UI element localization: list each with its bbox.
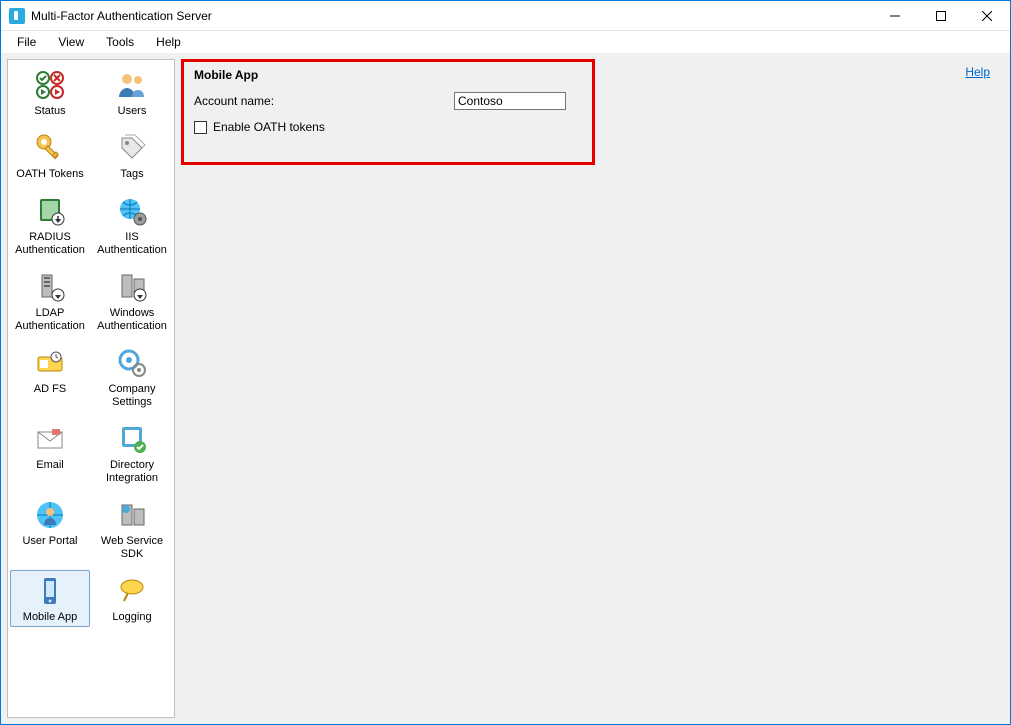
menubar: File View Tools Help (1, 31, 1010, 53)
minimize-button[interactable] (872, 1, 918, 31)
nav-label: Directory (110, 459, 154, 472)
help-link[interactable]: Help (965, 65, 990, 79)
content-panel: Help Mobile App Account name: Enable OAT… (181, 59, 1004, 718)
nav-label: AD FS (34, 383, 66, 396)
key-icon (34, 132, 66, 164)
windows-auth-icon (116, 271, 148, 303)
menu-file[interactable]: File (7, 33, 46, 51)
nav-item-mobile-app[interactable]: Mobile App (10, 570, 90, 627)
nav-item-status[interactable]: Status (10, 64, 90, 121)
enable-oath-checkbox[interactable] (194, 121, 207, 134)
ldap-icon (34, 271, 66, 303)
nav-item-web-service-sdk[interactable]: Web Service SDK (92, 494, 172, 564)
mobile-app-section: Mobile App Account name: Enable OATH tok… (181, 59, 595, 165)
nav-item-windows-auth[interactable]: Windows Authentication (92, 266, 172, 336)
nav-item-radius-auth[interactable]: RADIUS Authentication (10, 190, 90, 260)
section-title: Mobile App (194, 68, 582, 82)
tags-icon (116, 132, 148, 164)
window-title: Multi-Factor Authentication Server (31, 9, 212, 23)
nav-label: Email (36, 459, 64, 472)
account-name-label: Account name: (194, 94, 454, 108)
nav-label: IIS (125, 231, 138, 244)
nav-item-adfs[interactable]: AD FS (10, 342, 90, 412)
nav-label: Status (34, 105, 65, 118)
close-button[interactable] (964, 1, 1010, 31)
enable-oath-row[interactable]: Enable OATH tokens (194, 120, 582, 134)
app-window: Multi-Factor Authentication Server File … (0, 0, 1011, 725)
nav-label: Web Service (101, 535, 163, 548)
app-icon (9, 8, 25, 24)
nav-item-email[interactable]: Email (10, 418, 90, 488)
nav-item-oath-tokens[interactable]: OATH Tokens (10, 127, 90, 184)
directory-icon (116, 423, 148, 455)
menu-view[interactable]: View (48, 33, 94, 51)
logging-icon (116, 575, 148, 607)
nav-label: Logging (112, 611, 151, 624)
nav-label2: Authentication (15, 320, 85, 333)
nav-label2: Authentication (97, 320, 167, 333)
nav-item-users[interactable]: Users (92, 64, 172, 121)
nav-item-company-settings[interactable]: Company Settings (92, 342, 172, 412)
nav-label2: SDK (121, 548, 144, 561)
nav-item-ldap-auth[interactable]: LDAP Authentication (10, 266, 90, 336)
gear-icon (116, 347, 148, 379)
email-icon (34, 423, 66, 455)
maximize-button[interactable] (918, 1, 964, 31)
user-portal-icon (34, 499, 66, 531)
users-icon (116, 69, 148, 101)
nav-label: RADIUS (29, 231, 71, 244)
nav-label: Windows (110, 307, 155, 320)
enable-oath-label: Enable OATH tokens (213, 120, 325, 134)
status-icon (34, 69, 66, 101)
nav-panel: Status Users OATH Tokens Tags (7, 59, 175, 718)
sdk-icon (116, 499, 148, 531)
nav-label2: Authentication (15, 244, 85, 257)
iis-icon (116, 195, 148, 227)
nav-label: Company (108, 383, 155, 396)
nav-label2: Authentication (97, 244, 167, 257)
account-name-row: Account name: (194, 92, 582, 110)
adfs-icon (34, 347, 66, 379)
menu-help[interactable]: Help (146, 33, 191, 51)
client-area: Status Users OATH Tokens Tags (1, 53, 1010, 724)
nav-label: OATH Tokens (16, 168, 83, 181)
nav-label: Users (118, 105, 147, 118)
nav-item-directory-integration[interactable]: Directory Integration (92, 418, 172, 488)
titlebar: Multi-Factor Authentication Server (1, 1, 1010, 31)
nav-label2: Integration (106, 472, 158, 485)
nav-label2: Settings (112, 396, 152, 409)
radius-icon (34, 195, 66, 227)
nav-label: Tags (120, 168, 143, 181)
nav-label: User Portal (22, 535, 77, 548)
nav-label: Mobile App (23, 611, 77, 624)
nav-item-iis-auth[interactable]: IIS Authentication (92, 190, 172, 260)
nav-label: LDAP (36, 307, 65, 320)
nav-item-user-portal[interactable]: User Portal (10, 494, 90, 564)
account-name-input[interactable] (454, 92, 566, 110)
nav-item-logging[interactable]: Logging (92, 570, 172, 627)
nav-item-tags[interactable]: Tags (92, 127, 172, 184)
mobile-icon (34, 575, 66, 607)
menu-tools[interactable]: Tools (96, 33, 144, 51)
